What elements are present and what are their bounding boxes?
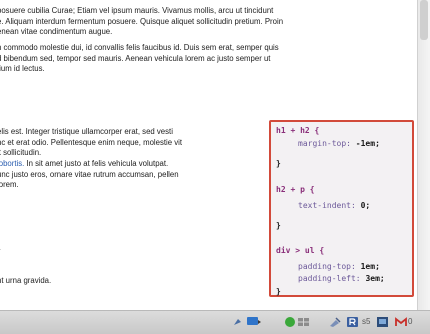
css-brace: } bbox=[276, 159, 281, 168]
css-selector-line: div > ul { bbox=[276, 246, 324, 257]
grid-icon[interactable] bbox=[297, 316, 311, 328]
text-line: unc justo eros, ornare vitae rutrum accu… bbox=[0, 169, 179, 179]
css-selector-line: h1 + h2 { bbox=[276, 126, 319, 137]
css-declaration-line: margin-top: -1em; bbox=[276, 139, 380, 150]
paragraph-3: elis est. Integer tristique ullamcorper … bbox=[0, 127, 182, 159]
status-green-icon[interactable] bbox=[284, 316, 296, 328]
tools-icon[interactable] bbox=[328, 316, 342, 328]
css-closing-brace: } bbox=[276, 221, 281, 232]
css-value: 0; bbox=[355, 201, 371, 210]
vertical-scrollbar[interactable] bbox=[417, 0, 430, 310]
css-closing-brace: } bbox=[276, 287, 281, 298]
css-declaration-line: padding-top: 1em; bbox=[276, 262, 380, 273]
css-value: 1em; bbox=[355, 262, 380, 271]
lobortis-link[interactable]: lobortis. bbox=[0, 159, 24, 168]
text-line: tium id lectus. bbox=[0, 64, 45, 73]
text-fragment: In sit amet justo at felis vehicula volu… bbox=[24, 159, 169, 168]
css-declaration-line: padding-left: 3em; bbox=[276, 274, 385, 285]
css-selector: h2 + p { bbox=[276, 185, 315, 194]
text-line: posuere cubilia Curae; Etiam vel ipsum m… bbox=[0, 6, 274, 15]
css-brace: } bbox=[276, 287, 281, 296]
css-selector: h1 + h2 { bbox=[276, 126, 320, 135]
text-line: lobortis. In sit amet justo at felis veh… bbox=[0, 159, 179, 170]
css-declaration-line: text-indent: 0; bbox=[276, 201, 370, 212]
paragraph-4: lobortis. In sit amet justo at felis veh… bbox=[0, 159, 179, 191]
text-line: nc et erat odio. Pellentesque enim neque… bbox=[0, 137, 183, 147]
mail-icon[interactable] bbox=[394, 316, 408, 328]
css-property: text-indent: bbox=[298, 201, 356, 210]
text-line: d bibendum sed, tempor sed mauris. Aenea… bbox=[0, 53, 271, 63]
text-line: nt urna gravida. bbox=[0, 276, 52, 285]
text-line: l. bbox=[0, 243, 1, 254]
r-app-icon[interactable] bbox=[346, 316, 360, 328]
css-property: padding-left: bbox=[298, 274, 361, 283]
css-brace: } bbox=[276, 221, 281, 230]
css-value: -1em; bbox=[350, 139, 380, 148]
text-line: e. Aliquam interdum fermentum posuere. Q… bbox=[0, 16, 284, 26]
text-line: lorem. bbox=[0, 180, 19, 189]
paragraph-2: n commodo molestie dui, id convallis fel… bbox=[0, 43, 279, 75]
css-code-callout: h1 + h2 { margin-top: -1em;} h2 + p { text-… bbox=[269, 120, 414, 297]
css-value: 3em; bbox=[360, 274, 385, 283]
mail-count: 0 bbox=[408, 317, 413, 326]
taskbar: s5 0 bbox=[0, 310, 430, 334]
css-property: padding-top: bbox=[298, 262, 356, 271]
scrollbar-thumb[interactable] bbox=[420, 0, 428, 40]
display-icon[interactable] bbox=[376, 316, 390, 328]
paragraph-5: l. bbox=[0, 243, 1, 254]
css-closing-brace: } bbox=[276, 159, 281, 170]
text-line: n commodo molestie dui, id convallis fel… bbox=[0, 43, 279, 52]
css-selector-line: h2 + p { bbox=[276, 185, 315, 196]
css-property: margin-top: bbox=[298, 139, 351, 148]
paragraph-6: nt urna gravida. bbox=[0, 276, 51, 287]
tray-status-text: s5 bbox=[362, 317, 371, 326]
text-line: elis est. Integer tristique ullamcorper … bbox=[0, 127, 173, 136]
pin-icon[interactable] bbox=[232, 316, 242, 328]
paragraph-1: posuere cubilia Curae; Etiam vel ipsum m… bbox=[0, 6, 283, 38]
text-line: enean vitae condimentum augue. bbox=[0, 27, 113, 36]
text-line: it sollicitudin. bbox=[0, 148, 42, 157]
network-icon[interactable] bbox=[246, 316, 262, 328]
css-selector: div > ul { bbox=[276, 246, 325, 255]
